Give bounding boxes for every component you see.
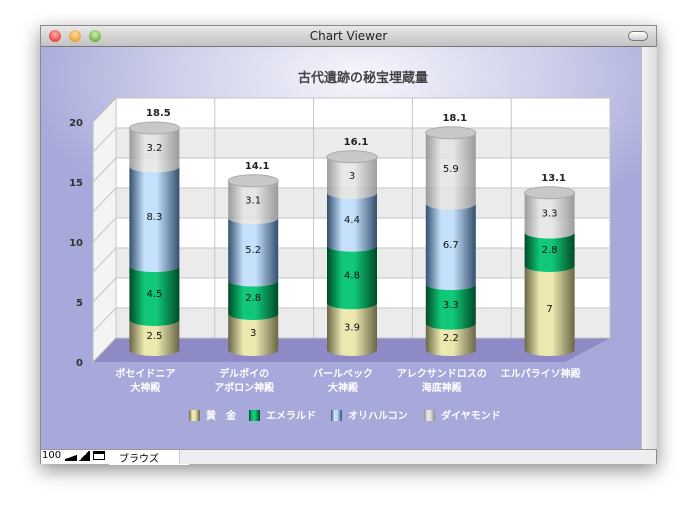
legend-swatch-emerald: [249, 410, 260, 421]
legend-swatch-orichalcum: [331, 410, 342, 421]
gridline-band: [115, 97, 611, 129]
legend-swatch-diamond: [424, 410, 435, 421]
category-label: エルパライソ神殿: [501, 367, 582, 380]
data-label: 3.9: [344, 323, 360, 334]
data-label: 3.3: [542, 209, 558, 220]
y-tick-label: 5: [76, 298, 83, 309]
category-label: バールベック: [313, 368, 373, 380]
data-label: 8.3: [146, 212, 162, 223]
legend-swatch-gold: [189, 410, 200, 421]
category-label: 大神殿: [130, 381, 161, 394]
data-label: 3.3: [443, 300, 459, 311]
total-label: 18.1: [442, 113, 467, 124]
category-label: デルポイの: [219, 367, 269, 380]
window-title: Chart Viewer: [309, 29, 388, 43]
data-label: 2.8: [245, 293, 261, 304]
y-tick-label: 15: [69, 178, 83, 189]
data-label: 4.4: [344, 215, 360, 226]
data-label: 2.8: [542, 245, 558, 256]
total-label: 14.1: [245, 161, 270, 172]
legend-label: ダイヤモンド: [441, 409, 501, 422]
zoom-level[interactable]: 100: [42, 450, 61, 461]
data-label: 5.9: [443, 164, 459, 175]
category-label: 海底神殿: [422, 381, 463, 394]
y-tick-label: 10: [69, 238, 83, 249]
data-label: 2.5: [146, 331, 162, 342]
title-bar[interactable]: Chart Viewer: [41, 26, 656, 47]
mode-selector[interactable]: ブラウズ: [109, 450, 189, 465]
layout-toggle-icon[interactable]: [93, 451, 105, 460]
bar-top-cap: [227, 174, 279, 188]
data-label: 6.7: [443, 240, 459, 251]
legend-label: オリハルコン: [348, 410, 408, 422]
y-tick-label: 0: [76, 358, 83, 369]
bar-top-cap: [425, 126, 477, 140]
category-label: 大神殿: [328, 381, 359, 394]
status-bar: 100 ブラウズ: [41, 449, 656, 465]
toolbar-toggle-button[interactable]: [628, 31, 648, 41]
data-label: 4.8: [344, 270, 360, 281]
status-spacer: [179, 450, 656, 464]
category-label: アポロン神殿: [214, 381, 275, 394]
zoom-out-icon[interactable]: [65, 453, 77, 461]
bar-top-cap: [524, 186, 576, 200]
bar-top-cap: [326, 150, 378, 164]
legend-label: 黄 金: [206, 409, 237, 422]
total-label: 13.1: [541, 173, 566, 184]
data-label: 3.2: [146, 143, 162, 154]
y-tick-label: 20: [69, 118, 83, 129]
category-label: アレクサンドロスの: [397, 368, 487, 380]
data-label: 5.2: [245, 245, 261, 256]
total-label: 16.1: [344, 137, 369, 148]
data-label: 7: [546, 304, 552, 315]
bar-top-cap: [128, 121, 180, 135]
vertical-scrollbar[interactable]: [641, 47, 657, 449]
chart: 0 5 10 15 20 古代遺跡の秘宝埋蔵量 2.5 4.5 8.3 3.2 18.5 ポセイドニア…: [69, 70, 611, 422]
data-label: 3: [250, 328, 256, 339]
data-label: 2.2: [443, 333, 459, 344]
data-label: 4.5: [146, 289, 162, 300]
category-label: ポセイドニア: [115, 367, 175, 380]
data-label: 3.1: [245, 195, 261, 206]
data-label: 3: [349, 171, 355, 182]
chart-viewer-window: Chart Viewer 0 5 10 15 20 古代遺跡の秘宝埋蔵量 2.5 4.5 8.3…: [40, 25, 657, 465]
legend-label: エメラルド: [266, 410, 316, 422]
chart-area: 0 5 10 15 20 古代遺跡の秘宝埋蔵量 2.5 4.5 8.3 3.2 18.5 ポセイドニア…: [41, 47, 641, 449]
total-label: 18.5: [146, 108, 171, 119]
chart-title: 古代遺跡の秘宝埋蔵量: [298, 70, 428, 86]
zoom-in-icon[interactable]: [78, 451, 90, 461]
